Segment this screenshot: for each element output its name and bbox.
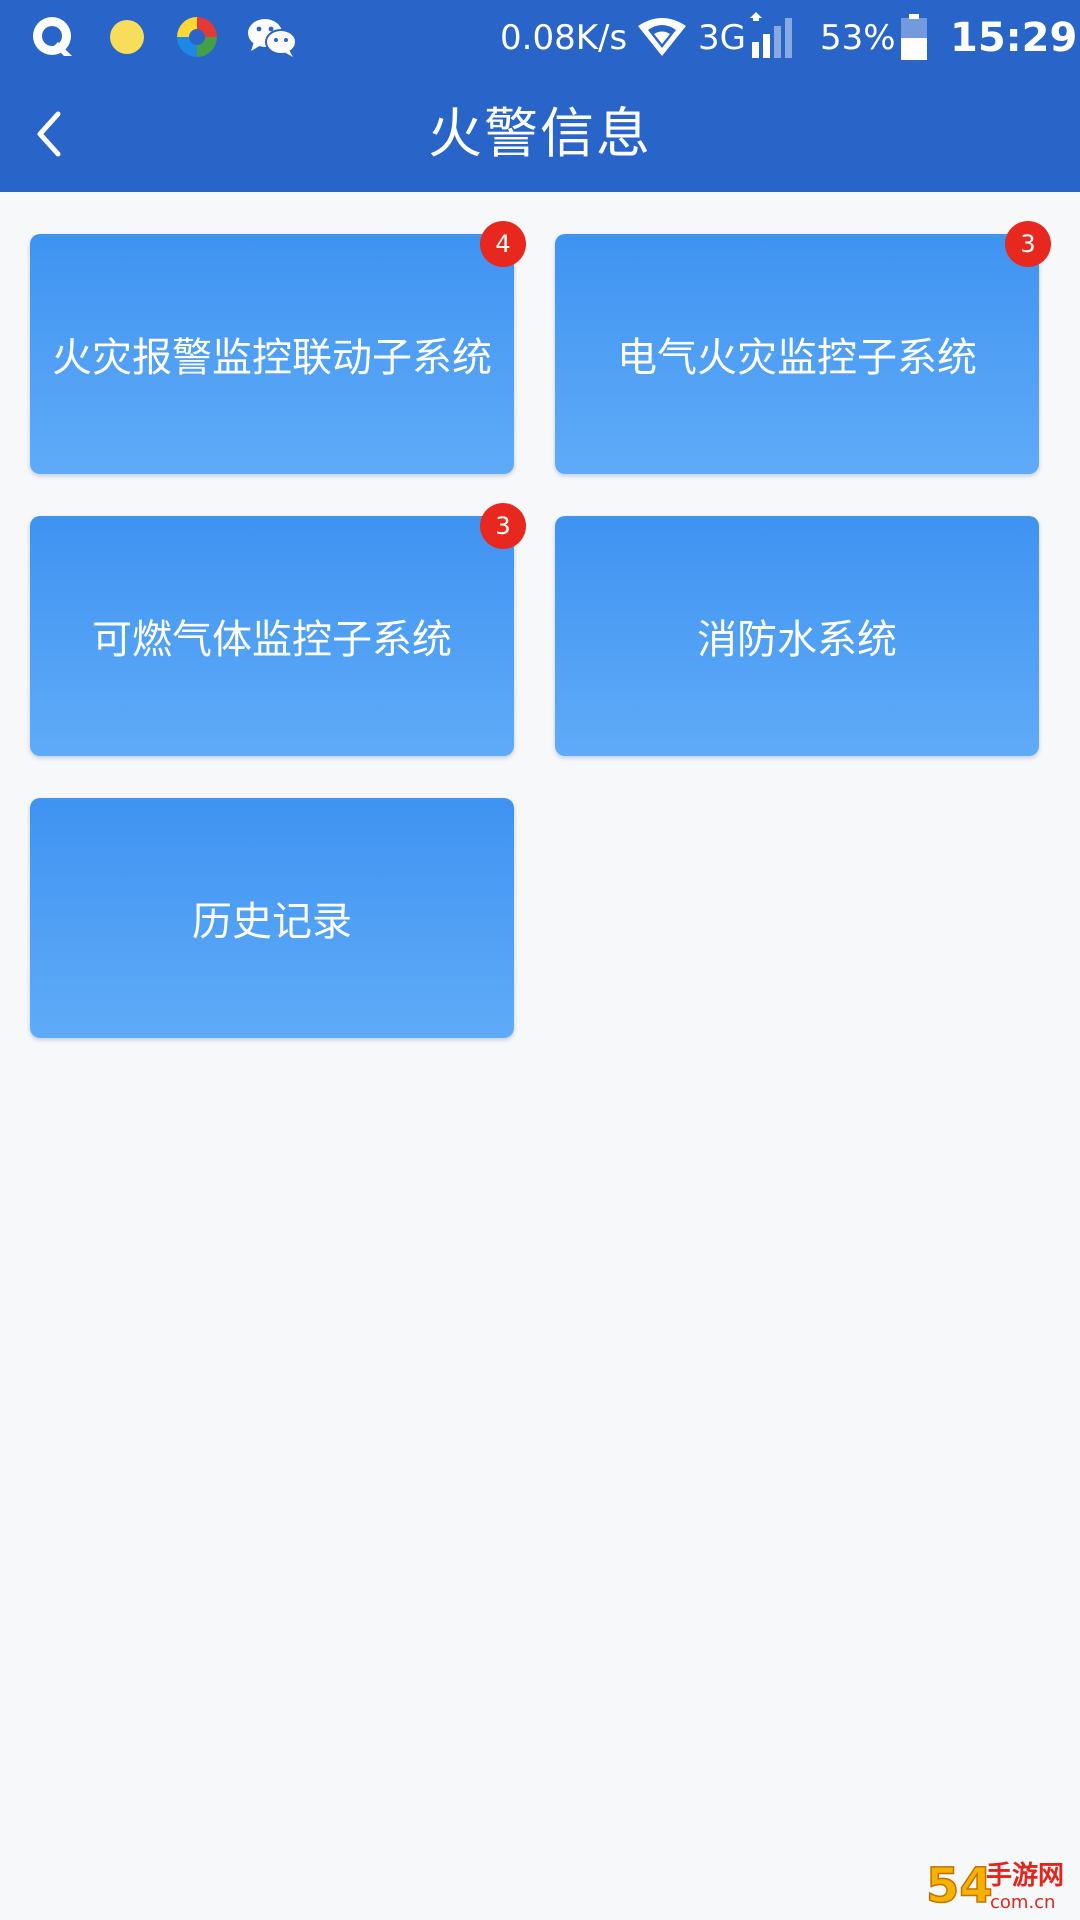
chevron-left-icon xyxy=(37,111,61,157)
tile-label: 火灾报警监控联动子系统 xyxy=(52,335,492,381)
notification-badge: 3 xyxy=(1005,221,1051,267)
network-speed: 0.08K/s xyxy=(500,18,628,58)
battery-icon xyxy=(898,12,930,62)
signal-bars-icon xyxy=(748,12,796,62)
yellow-dot-icon xyxy=(102,12,152,62)
tile-fire-water[interactable]: 消防水系统 xyxy=(555,516,1039,756)
wifi-icon xyxy=(636,12,688,62)
tile-electrical-fire[interactable]: 电气火灾监控子系统 3 xyxy=(555,221,1051,474)
back-button[interactable] xyxy=(14,96,90,172)
colorful-app-icon xyxy=(172,12,222,62)
network-type: 3G xyxy=(698,18,746,58)
tile-label: 消防水系统 xyxy=(697,617,897,663)
page-title: 火警信息 xyxy=(428,102,652,165)
battery-percent: 53% xyxy=(820,18,896,58)
notification-badge: 4 xyxy=(480,221,526,267)
tile-label: 历史记录 xyxy=(192,899,352,945)
svg-text:手游网: 手游网 xyxy=(986,1861,1064,1891)
tile-combustible-gas[interactable]: 可燃气体监控子系统 3 xyxy=(30,503,526,756)
clock-time: 15:29 xyxy=(950,15,1078,61)
notification-badge: 3 xyxy=(480,503,526,549)
wechat-icon xyxy=(244,12,300,62)
q-app-icon xyxy=(28,12,78,62)
svg-text:54: 54 xyxy=(926,1858,993,1914)
tile-history[interactable]: 历史记录 xyxy=(30,798,514,1038)
svg-text:com.cn: com.cn xyxy=(990,1892,1055,1913)
status-bar: 0.08K/s 3G 53% 15:29 xyxy=(0,0,1080,76)
app-header: 火警信息 xyxy=(0,76,1080,192)
tile-label: 可燃气体监控子系统 xyxy=(92,617,452,663)
tile-fire-alarm-linkage[interactable]: 火灾报警监控联动子系统 4 xyxy=(30,221,526,474)
tile-label: 电气火灾监控子系统 xyxy=(617,335,977,381)
watermark-logo: 54 手游网 com.cn xyxy=(924,1850,1074,1916)
